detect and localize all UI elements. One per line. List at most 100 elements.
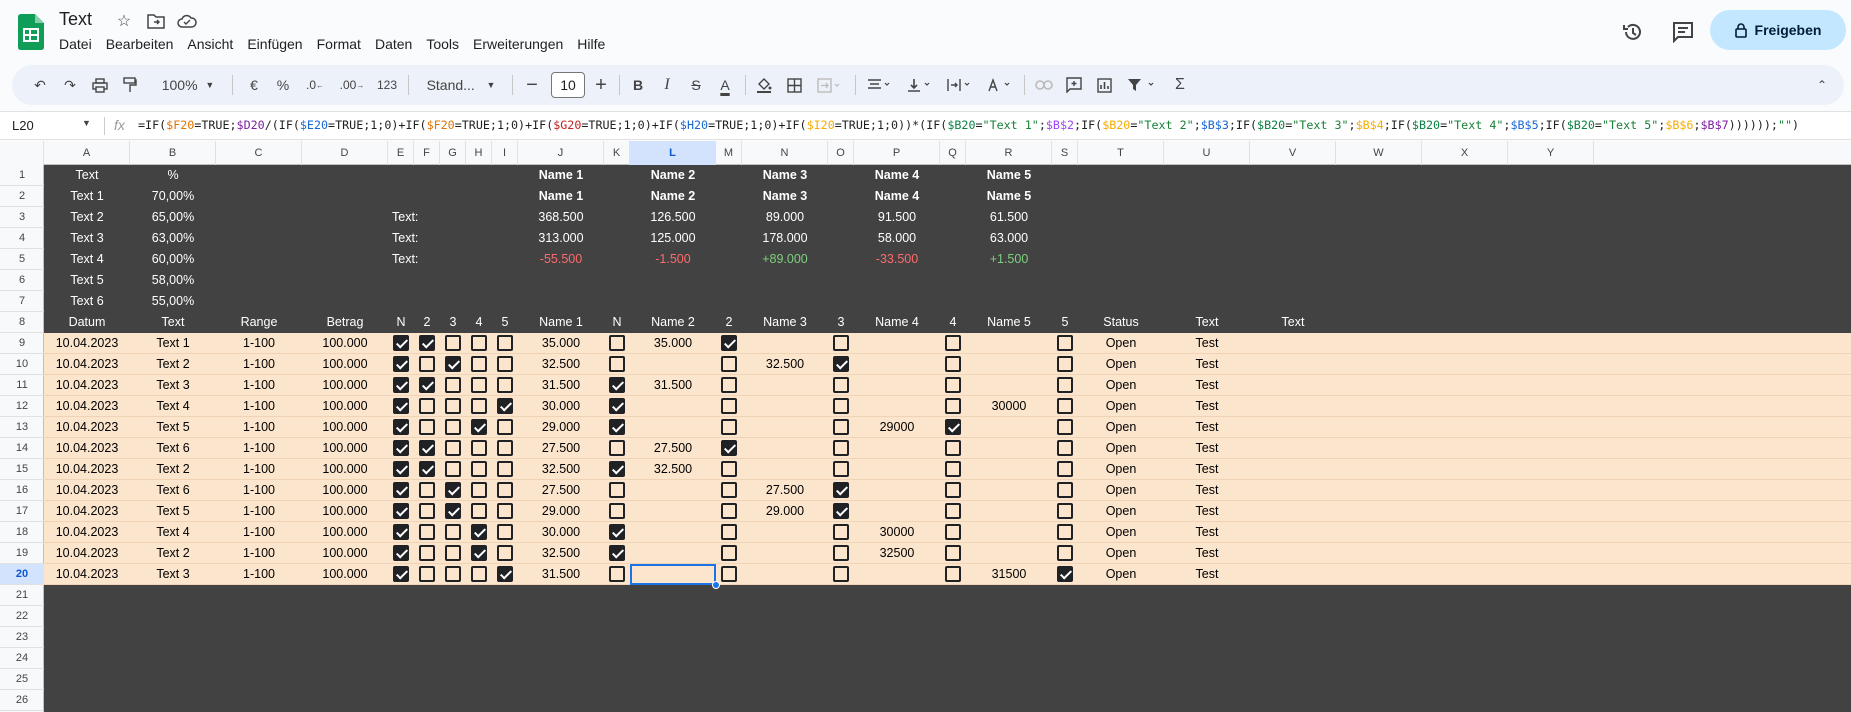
column-header-t[interactable]: T [1078, 141, 1164, 165]
menu-format[interactable]: Format [317, 36, 368, 52]
cell-b1[interactable]: % [130, 165, 216, 186]
checkbox-unchecked[interactable] [721, 524, 737, 540]
checkbox-checked[interactable] [445, 503, 461, 519]
cell-t12[interactable]: Open [1078, 396, 1164, 417]
checkbox-unchecked[interactable] [1057, 356, 1073, 372]
cell-e5[interactable]: Text: [388, 249, 448, 270]
cell-d12[interactable]: 100.000 [302, 396, 388, 417]
cell-l14[interactable]: 27.500 [630, 438, 716, 459]
checkbox-unchecked[interactable] [833, 545, 849, 561]
header-a[interactable]: Datum [44, 312, 130, 333]
checkbox-unchecked[interactable] [609, 482, 625, 498]
cell-d16[interactable]: 100.000 [302, 480, 388, 501]
cell-j16[interactable]: 27.500 [518, 480, 604, 501]
cell-b4[interactable]: 63,00% [130, 228, 216, 249]
cell-c9[interactable]: 1-100 [216, 333, 302, 354]
insert-link-icon[interactable] [1032, 65, 1056, 105]
cell-u20[interactable]: Test [1164, 564, 1250, 585]
checkbox-unchecked[interactable] [833, 524, 849, 540]
cell-t20[interactable]: Open [1078, 564, 1164, 585]
cell-a20[interactable]: 10.04.2023 [44, 564, 130, 585]
row-header-14[interactable]: 14 [0, 438, 44, 459]
cell-t16[interactable]: Open [1078, 480, 1164, 501]
header-l[interactable]: Name 2 [630, 312, 716, 333]
cell-p19[interactable]: 32500 [854, 543, 940, 564]
cell-j9[interactable]: 35.000 [518, 333, 604, 354]
row-header-13[interactable]: 13 [0, 417, 44, 438]
checkbox-checked[interactable] [609, 377, 625, 393]
row-header-18[interactable]: 18 [0, 522, 44, 543]
cell-l5[interactable]: -1.500 [630, 249, 716, 270]
more-formats-button[interactable]: 123 [372, 65, 402, 105]
cell-b19[interactable]: Text 2 [130, 543, 216, 564]
cell-b17[interactable]: Text 5 [130, 501, 216, 522]
cell-u18[interactable]: Test [1164, 522, 1250, 543]
cell-d18[interactable]: 100.000 [302, 522, 388, 543]
checkbox-checked[interactable] [833, 356, 849, 372]
cell-d9[interactable]: 100.000 [302, 333, 388, 354]
checkbox-unchecked[interactable] [419, 566, 435, 582]
row-header-23[interactable]: 23 [0, 627, 44, 648]
cell-a13[interactable]: 10.04.2023 [44, 417, 130, 438]
checkbox-unchecked[interactable] [833, 398, 849, 414]
row-header-22[interactable]: 22 [0, 606, 44, 627]
checkbox-unchecked[interactable] [833, 419, 849, 435]
cell-j13[interactable]: 29.000 [518, 417, 604, 438]
row-header-26[interactable]: 26 [0, 690, 44, 711]
header-d[interactable]: Betrag [302, 312, 388, 333]
checkbox-checked[interactable] [419, 377, 435, 393]
row-header-12[interactable]: 12 [0, 396, 44, 417]
checkbox-checked[interactable] [393, 356, 409, 372]
cell-a4[interactable]: Text 3 [44, 228, 130, 249]
column-header-p[interactable]: P [854, 141, 940, 165]
cell-j12[interactable]: 30.000 [518, 396, 604, 417]
undo-icon[interactable]: ↶ [28, 65, 52, 105]
version-history-icon[interactable] [1615, 14, 1651, 50]
checkbox-checked[interactable] [445, 482, 461, 498]
checkbox-unchecked[interactable] [609, 440, 625, 456]
cell-r2[interactable]: Name 5 [966, 186, 1052, 207]
row-header-15[interactable]: 15 [0, 459, 44, 480]
fill-color-icon[interactable] [752, 65, 776, 105]
cell-a14[interactable]: 10.04.2023 [44, 438, 130, 459]
checkbox-unchecked[interactable] [721, 377, 737, 393]
row-header-24[interactable]: 24 [0, 648, 44, 669]
cell-a17[interactable]: 10.04.2023 [44, 501, 130, 522]
header-s[interactable]: 5 [1052, 312, 1078, 333]
cell-d10[interactable]: 100.000 [302, 354, 388, 375]
cell-b12[interactable]: Text 4 [130, 396, 216, 417]
cell-n16[interactable]: 27.500 [742, 480, 828, 501]
cell-n4[interactable]: 178.000 [742, 228, 828, 249]
cell-u10[interactable]: Test [1164, 354, 1250, 375]
column-header-a[interactable]: A [44, 141, 130, 165]
checkbox-unchecked[interactable] [945, 461, 961, 477]
checkbox-unchecked[interactable] [721, 461, 737, 477]
column-header-d[interactable]: D [302, 141, 388, 165]
checkbox-unchecked[interactable] [1057, 482, 1073, 498]
cell-n10[interactable]: 32.500 [742, 354, 828, 375]
row-header-5[interactable]: 5 [0, 249, 44, 270]
checkbox-unchecked[interactable] [471, 398, 487, 414]
select-all-corner[interactable] [0, 141, 44, 165]
cell-j14[interactable]: 27.500 [518, 438, 604, 459]
row-header-9[interactable]: 9 [0, 333, 44, 354]
checkbox-checked[interactable] [471, 524, 487, 540]
checkbox-unchecked[interactable] [419, 503, 435, 519]
star-icon[interactable]: ☆ [114, 11, 134, 31]
cell-d19[interactable]: 100.000 [302, 543, 388, 564]
cell-j11[interactable]: 31.500 [518, 375, 604, 396]
header-m[interactable]: 2 [716, 312, 742, 333]
checkbox-unchecked[interactable] [945, 335, 961, 351]
checkbox-unchecked[interactable] [1057, 545, 1073, 561]
cell-c20[interactable]: 1-100 [216, 564, 302, 585]
header-q[interactable]: 4 [940, 312, 966, 333]
checkbox-unchecked[interactable] [1057, 440, 1073, 456]
cell-b7[interactable]: 55,00% [130, 291, 216, 312]
row-header-21[interactable]: 21 [0, 585, 44, 606]
header-c[interactable]: Range [216, 312, 302, 333]
checkbox-unchecked[interactable] [1057, 461, 1073, 477]
checkbox-unchecked[interactable] [833, 377, 849, 393]
cell-b9[interactable]: Text 1 [130, 333, 216, 354]
cell-a19[interactable]: 10.04.2023 [44, 543, 130, 564]
row-header-20[interactable]: 20 [0, 564, 44, 585]
